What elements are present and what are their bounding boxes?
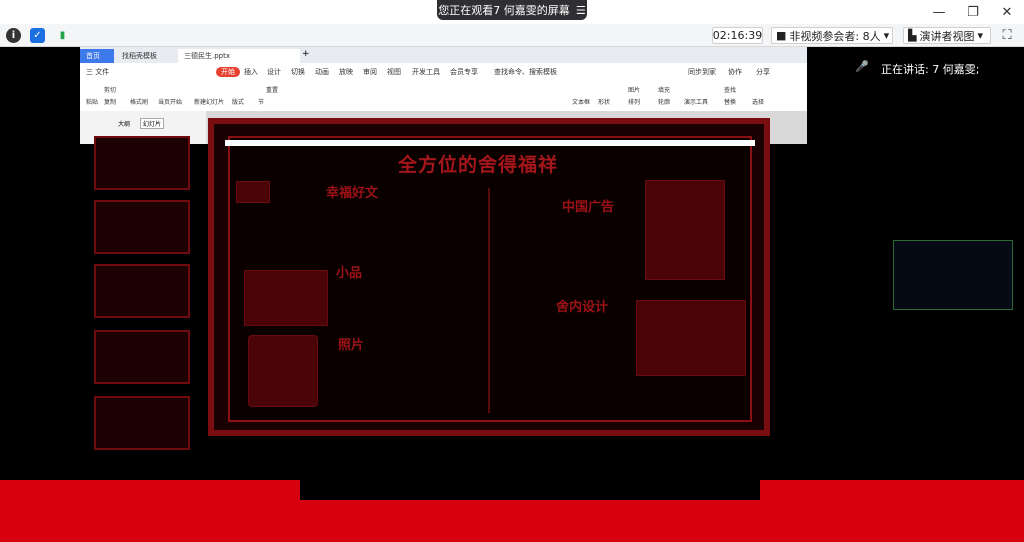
slide-image — [244, 270, 328, 326]
camera-icon: ■ — [776, 29, 787, 42]
slide-label-2: 中国广告 — [562, 200, 615, 215]
menu-view[interactable]: 视图 — [387, 67, 401, 77]
slide-thumbnail[interactable] — [94, 264, 190, 318]
ribbon-present-tools[interactable]: 演示工具 — [684, 97, 708, 106]
slide-thumbnail[interactable] — [94, 200, 190, 254]
slide-label-5: 照片 — [338, 338, 365, 353]
menu-icon[interactable]: ☰ — [576, 4, 586, 17]
ribbon-outline[interactable]: 轮廓 — [658, 97, 670, 106]
menu-review[interactable]: 审阅 — [363, 67, 377, 77]
menu-insert[interactable]: 插入 — [244, 67, 258, 77]
ribbon-format-painter[interactable]: 格式刷 — [130, 97, 148, 106]
tab-document[interactable]: 三德民生.pptx — [178, 49, 300, 63]
presenter-view-label: 演讲者视图 — [919, 29, 975, 43]
menu-sync[interactable]: 同步到家 — [688, 67, 716, 77]
ribbon-arrange[interactable]: 排列 — [628, 97, 640, 106]
meeting-toolbar: i ✓ ▮ 02:16:39 ■ 非视频参会者: 8人 ▾ ▙ 演讲者视图 ▾ … — [0, 24, 1024, 47]
search-command[interactable]: 查找命令、搜索模板 — [494, 67, 557, 77]
slide-title: 全方位的舍得福祥 — [398, 154, 559, 176]
menu-animation[interactable]: 动画 — [315, 67, 329, 77]
tab-slides[interactable]: 幻灯片 — [140, 118, 165, 129]
ribbon-replace[interactable]: 替换 — [724, 97, 736, 106]
menu-collab[interactable]: 协作 — [728, 67, 742, 77]
ribbon-textbox[interactable]: 文本框 — [572, 97, 590, 106]
ribbon-picture[interactable]: 图片 — [628, 85, 640, 94]
menu-devtools[interactable]: 开发工具 — [412, 67, 440, 77]
tab-outline[interactable]: 大纲 — [118, 119, 130, 128]
slide-thumbnail[interactable] — [94, 330, 190, 384]
ribbon-paste[interactable]: 粘贴 — [86, 97, 98, 106]
close-icon[interactable]: ✕ — [990, 0, 1024, 24]
window-title-bar: 您正在观看7 何嘉雯的屏幕 ☰ — ❐ ✕ — [0, 0, 1024, 24]
window-controls: — ❐ ✕ — [922, 0, 1024, 24]
layout-icon: ▙ — [908, 29, 917, 42]
slide-image — [645, 180, 725, 280]
speaker-panel: 🎤 正在讲话: 7 何嘉雯; — [807, 47, 1024, 87]
tab-template[interactable]: 找稻壳模板 — [116, 49, 176, 63]
microphone-icon: 🎤 — [855, 60, 869, 73]
nonvideo-participants-dropdown[interactable]: ■ 非视频参会者: 8人 ▾ — [771, 27, 893, 44]
glitch-gap — [300, 480, 760, 500]
watching-banner: 您正在观看7 何嘉雯的屏幕 ☰ — [437, 0, 587, 20]
slide-label-1: 幸福好文 — [326, 186, 379, 201]
restore-icon[interactable]: ❐ — [956, 0, 990, 24]
menu-design[interactable]: 设计 — [267, 67, 281, 77]
slide-thumbnail[interactable] — [94, 136, 190, 190]
chevron-down-icon: ▾ — [883, 29, 890, 42]
wps-ribbon: 剪切 粘贴 复制 格式刷 当页开始 新建幻灯片 版式 节 重置 文本框 形状 图… — [80, 78, 807, 108]
ribbon-start-here[interactable]: 当页开始 — [158, 97, 182, 106]
wps-tab-bar: 首页 找稻壳模板 三德民生.pptx + — [80, 47, 807, 63]
menu-start[interactable]: 开始 — [216, 67, 240, 77]
nonvideo-label: 非视频参会者: 8人 — [789, 29, 881, 43]
menu-share[interactable]: 分享 — [756, 67, 770, 77]
slide-label-4: 舍内设计 — [556, 300, 609, 315]
menu-transition[interactable]: 切换 — [291, 67, 305, 77]
menu-member[interactable]: 会员专享 — [450, 67, 478, 77]
tab-home[interactable]: 首页 — [80, 49, 114, 63]
fullscreen-icon[interactable]: ⛶ — [998, 27, 1016, 44]
ribbon-copy[interactable]: 复制 — [104, 97, 116, 106]
info-icon[interactable]: i — [6, 28, 21, 43]
meeting-timer: 02:16:39 — [712, 27, 763, 44]
watching-banner-text: 您正在观看7 何嘉雯的屏幕 — [438, 4, 570, 17]
current-speaker: 正在讲话: 7 何嘉雯; — [881, 63, 980, 76]
slide-thumbnails — [92, 136, 196, 450]
ribbon-fill[interactable]: 填充 — [658, 85, 670, 94]
slide-seal-image — [248, 335, 318, 407]
minimize-icon[interactable]: — — [922, 0, 956, 24]
ribbon-layout[interactable]: 版式 — [232, 97, 244, 106]
slide-image — [636, 300, 746, 376]
menu-file[interactable]: 三 文件 — [86, 67, 109, 77]
slide-thumbnail[interactable] — [94, 396, 190, 450]
slide-divider — [488, 188, 490, 413]
presenter-view-dropdown[interactable]: ▙ 演讲者视图 ▾ — [903, 27, 991, 44]
ribbon-shape[interactable]: 形状 — [598, 97, 610, 106]
ribbon-reset[interactable]: 重置 — [266, 85, 278, 94]
ribbon-section[interactable]: 节 — [258, 97, 264, 106]
slide-label-3: 小品 — [336, 266, 363, 281]
ribbon-new-slide[interactable]: 新建幻灯片 — [194, 97, 224, 106]
participant-video[interactable] — [893, 240, 1013, 310]
menu-slideshow[interactable]: 放映 — [339, 67, 353, 77]
document-title: 三德民生.pptx — [184, 52, 230, 60]
screen: 您正在观看7 何嘉雯的屏幕 ☰ — ❐ ✕ i ✓ ▮ 02:16:39 ■ 非… — [0, 0, 1024, 542]
wps-menu-bar: 三 文件 开始 插入 设计 切换 动画 放映 审阅 视图 开发工具 会员专享 查… — [80, 64, 807, 77]
signal-icon[interactable]: ▮ — [55, 28, 70, 43]
ribbon-find[interactable]: 查找 — [724, 85, 736, 94]
chevron-down-icon: ▾ — [977, 29, 983, 42]
slide-top-strip — [225, 140, 755, 146]
ribbon-select[interactable]: 选择 — [752, 97, 764, 106]
slide-image — [236, 181, 270, 203]
add-tab-icon[interactable]: + — [302, 49, 310, 59]
ribbon-cut[interactable]: 剪切 — [104, 85, 116, 94]
shield-icon[interactable]: ✓ — [30, 28, 45, 43]
